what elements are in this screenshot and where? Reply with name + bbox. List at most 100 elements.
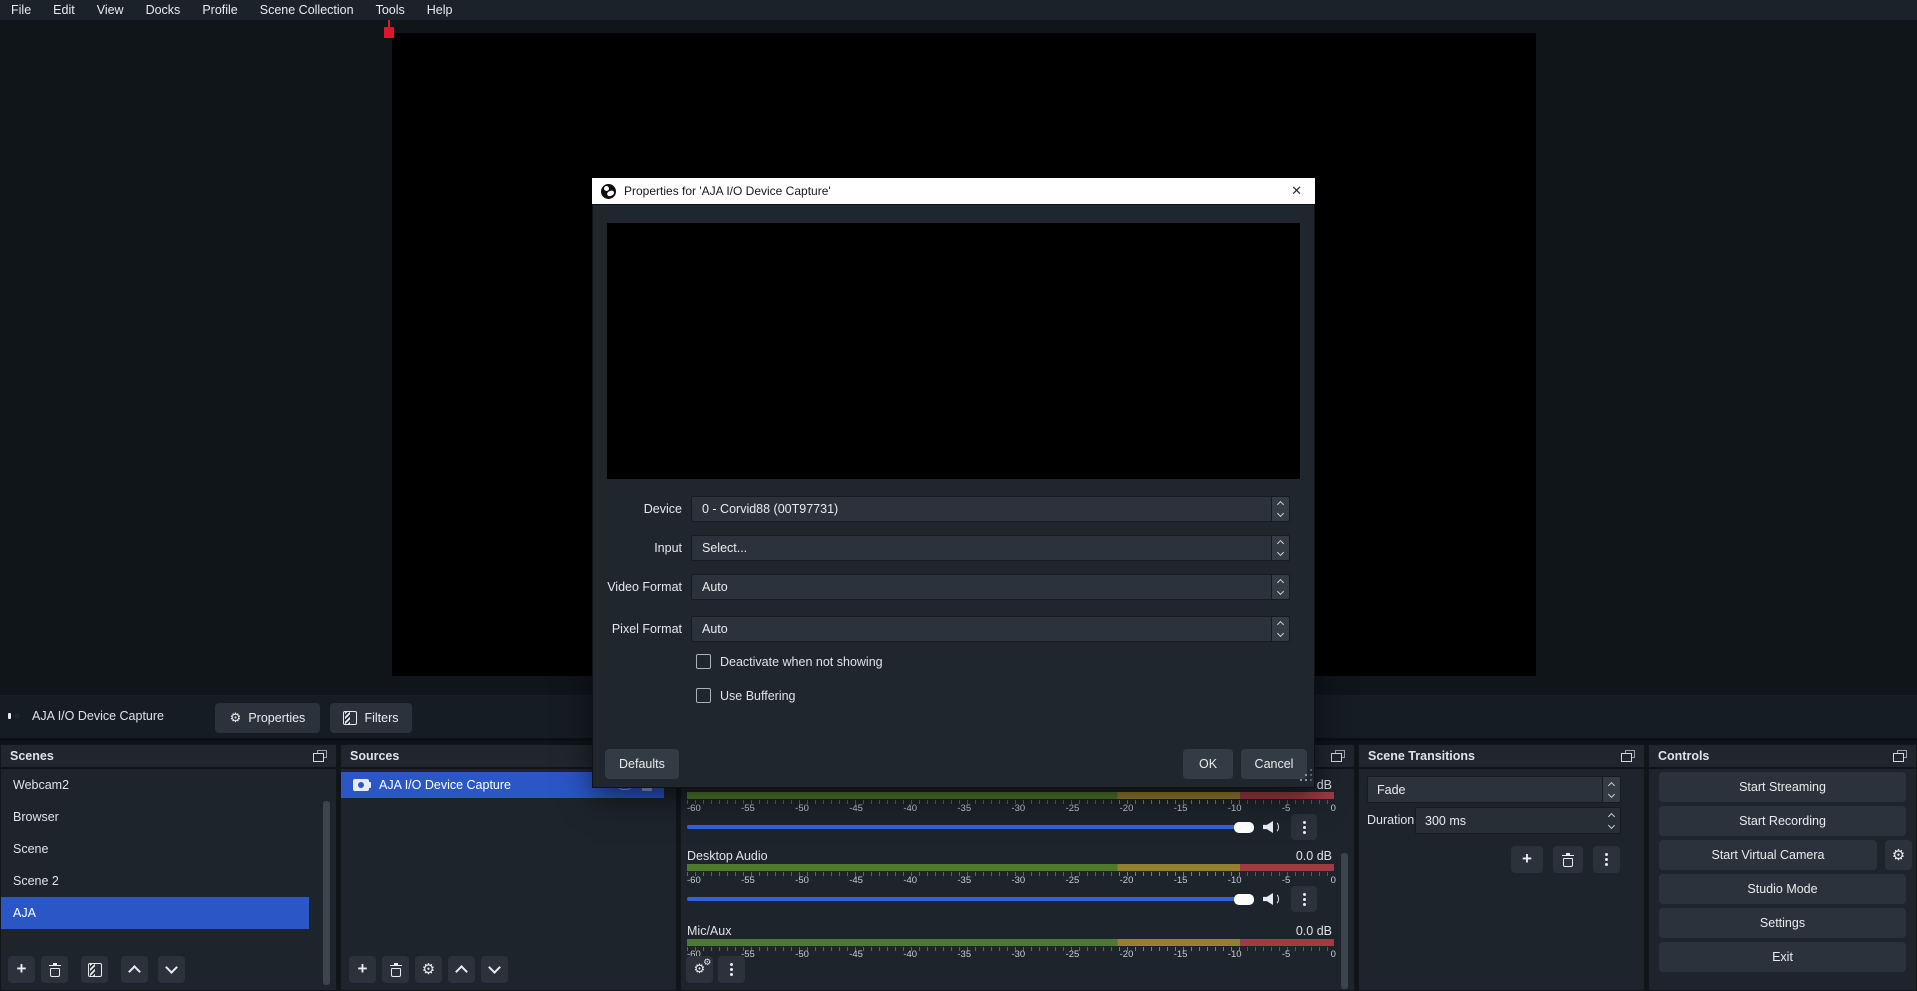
popout-icon <box>1331 750 1345 762</box>
spinner-arrows[interactable] <box>1271 536 1289 560</box>
properties-dialog: Properties for 'AJA I/O Device Capture' … <box>592 178 1315 788</box>
input-label: Input <box>593 541 691 555</box>
device-label: Device <box>593 502 691 516</box>
menu-help[interactable]: Help <box>416 0 464 20</box>
filters-button-label: Filters <box>364 711 398 725</box>
volume-slider-row <box>687 887 1317 911</box>
menu-scene-collection[interactable]: Scene Collection <box>249 0 365 20</box>
exit-button[interactable]: Exit <box>1659 942 1906 972</box>
virtual-camera-settings-button[interactable]: ⚙ <box>1885 840 1912 870</box>
kebab-dots-icon <box>1303 898 1306 901</box>
mixer-track-db-value: 0.0 dB <box>1296 924 1332 938</box>
spinner-arrows[interactable] <box>1271 575 1289 599</box>
ok-button[interactable]: OK <box>1183 749 1233 779</box>
video-format-select[interactable]: Auto <box>691 574 1290 600</box>
add-transition-button[interactable]: + <box>1511 846 1543 873</box>
device-select[interactable]: 0 - Corvid88 (00T97731) <box>691 496 1290 522</box>
spinner-arrows[interactable] <box>1602 808 1620 833</box>
spinner-arrows[interactable] <box>1271 497 1289 521</box>
menu-profile[interactable]: Profile <box>191 0 248 20</box>
db-tick-label: -5 <box>1282 803 1290 814</box>
checkbox[interactable] <box>696 654 711 669</box>
kebab-dots-icon <box>730 968 733 971</box>
kebab-dots-icon <box>1605 858 1608 861</box>
plus-icon: + <box>17 960 27 977</box>
db-tick-label: -50 <box>795 949 809 960</box>
close-icon[interactable]: ✕ <box>1287 184 1306 199</box>
duration-value: 300 ms <box>1416 814 1602 828</box>
dialog-resize-grip[interactable] <box>1305 779 1307 781</box>
audio-level-meter <box>687 939 1334 946</box>
deactivate-checkbox-row[interactable]: Deactivate when not showing <box>696 654 883 669</box>
settings-button[interactable]: Settings <box>1659 908 1906 938</box>
video-format-label: Video Format <box>593 580 691 594</box>
mixer-menu-button[interactable] <box>718 956 745 983</box>
transition-select[interactable]: Fade <box>1367 776 1621 803</box>
checkbox[interactable] <box>696 688 711 703</box>
chevron-down-icon <box>488 961 501 974</box>
duration-label: Duration <box>1367 813 1414 827</box>
spinner-arrows[interactable] <box>1602 777 1620 802</box>
volume-slider[interactable] <box>687 815 1254 839</box>
volume-slider-handle[interactable] <box>1234 894 1254 905</box>
remove-source-button[interactable] <box>382 956 409 983</box>
menu-file[interactable]: File <box>0 0 42 20</box>
scene-filters-button[interactable] <box>81 956 108 983</box>
scene-move-up-button[interactable] <box>121 956 148 983</box>
scene-item[interactable]: Scene <box>1 833 336 865</box>
scene-item-selected[interactable]: AJA <box>1 897 309 929</box>
source-properties-button[interactable]: ⚙ <box>415 956 442 983</box>
defaults-button[interactable]: Defaults <box>605 749 679 779</box>
mixer-track-menu-button[interactable] <box>1291 886 1317 912</box>
use-buffering-checkbox-label: Use Buffering <box>720 689 796 703</box>
transition-menu-button[interactable] <box>1593 846 1620 873</box>
trash-icon <box>390 963 402 977</box>
cancel-button[interactable]: Cancel <box>1241 749 1307 779</box>
mixer-track-name: Desktop Audio <box>687 849 768 863</box>
scenes-scrollbar[interactable] <box>323 801 330 985</box>
source-move-up-button[interactable] <box>448 956 475 983</box>
spinner-arrows[interactable] <box>1271 617 1289 641</box>
start-virtual-camera-button[interactable]: Start Virtual Camera <box>1659 840 1877 870</box>
duration-spinbox[interactable]: 300 ms <box>1415 807 1621 834</box>
pixel-format-select[interactable]: Auto <box>691 616 1290 642</box>
source-item-label: AJA I/O Device Capture <box>379 778 511 792</box>
start-recording-button[interactable]: Start Recording <box>1659 806 1906 836</box>
start-streaming-button[interactable]: Start Streaming <box>1659 772 1906 802</box>
scene-item[interactable]: Webcam2 <box>1 769 336 801</box>
volume-slider-handle[interactable] <box>1234 822 1254 833</box>
menu-view[interactable]: View <box>86 0 135 20</box>
properties-button[interactable]: ⚙ Properties <box>215 703 320 733</box>
filters-button[interactable]: Filters <box>330 703 412 733</box>
speaker-icon[interactable] <box>1263 820 1282 834</box>
advanced-audio-button[interactable]: ⚙⚙ <box>686 956 713 983</box>
pixel-format-label: Pixel Format <box>593 622 691 636</box>
use-buffering-checkbox-row[interactable]: Use Buffering <box>696 688 796 703</box>
remove-transition-button[interactable] <box>1553 846 1583 873</box>
speaker-icon[interactable] <box>1263 892 1282 906</box>
scene-item[interactable]: Browser <box>1 801 336 833</box>
menu-tools[interactable]: Tools <box>365 0 416 20</box>
add-scene-button[interactable]: + <box>8 956 35 983</box>
menu-docks[interactable]: Docks <box>135 0 192 20</box>
scene-transitions-panel: Scene Transitions Fade Duration 300 ms + <box>1358 744 1645 991</box>
mixer-track-menu-button[interactable] <box>1291 814 1317 840</box>
studio-mode-button[interactable]: Studio Mode <box>1659 874 1906 904</box>
transition-select-value: Fade <box>1368 783 1602 797</box>
db-tick-label: -25 <box>1066 949 1080 960</box>
input-select[interactable]: Select... <box>691 535 1290 561</box>
deactivate-checkbox-label: Deactivate when not showing <box>720 655 883 669</box>
add-source-button[interactable]: + <box>349 956 376 983</box>
source-corner-handle[interactable] <box>384 27 394 38</box>
menu-edit[interactable]: Edit <box>42 0 86 20</box>
dialog-title-bar: Properties for 'AJA I/O Device Capture' … <box>592 178 1315 204</box>
remove-scene-button[interactable] <box>41 956 68 983</box>
source-move-down-button[interactable] <box>481 956 508 983</box>
popout-icon <box>313 750 327 762</box>
mixer-scrollbar[interactable] <box>1341 853 1348 989</box>
scenes-panel: Scenes Webcam2 Browser Scene Scene 2 AJA… <box>0 744 337 991</box>
dialog-source-preview <box>607 223 1300 479</box>
scene-move-down-button[interactable] <box>158 956 185 983</box>
scene-item[interactable]: Scene 2 <box>1 865 336 897</box>
volume-slider[interactable] <box>687 887 1254 911</box>
